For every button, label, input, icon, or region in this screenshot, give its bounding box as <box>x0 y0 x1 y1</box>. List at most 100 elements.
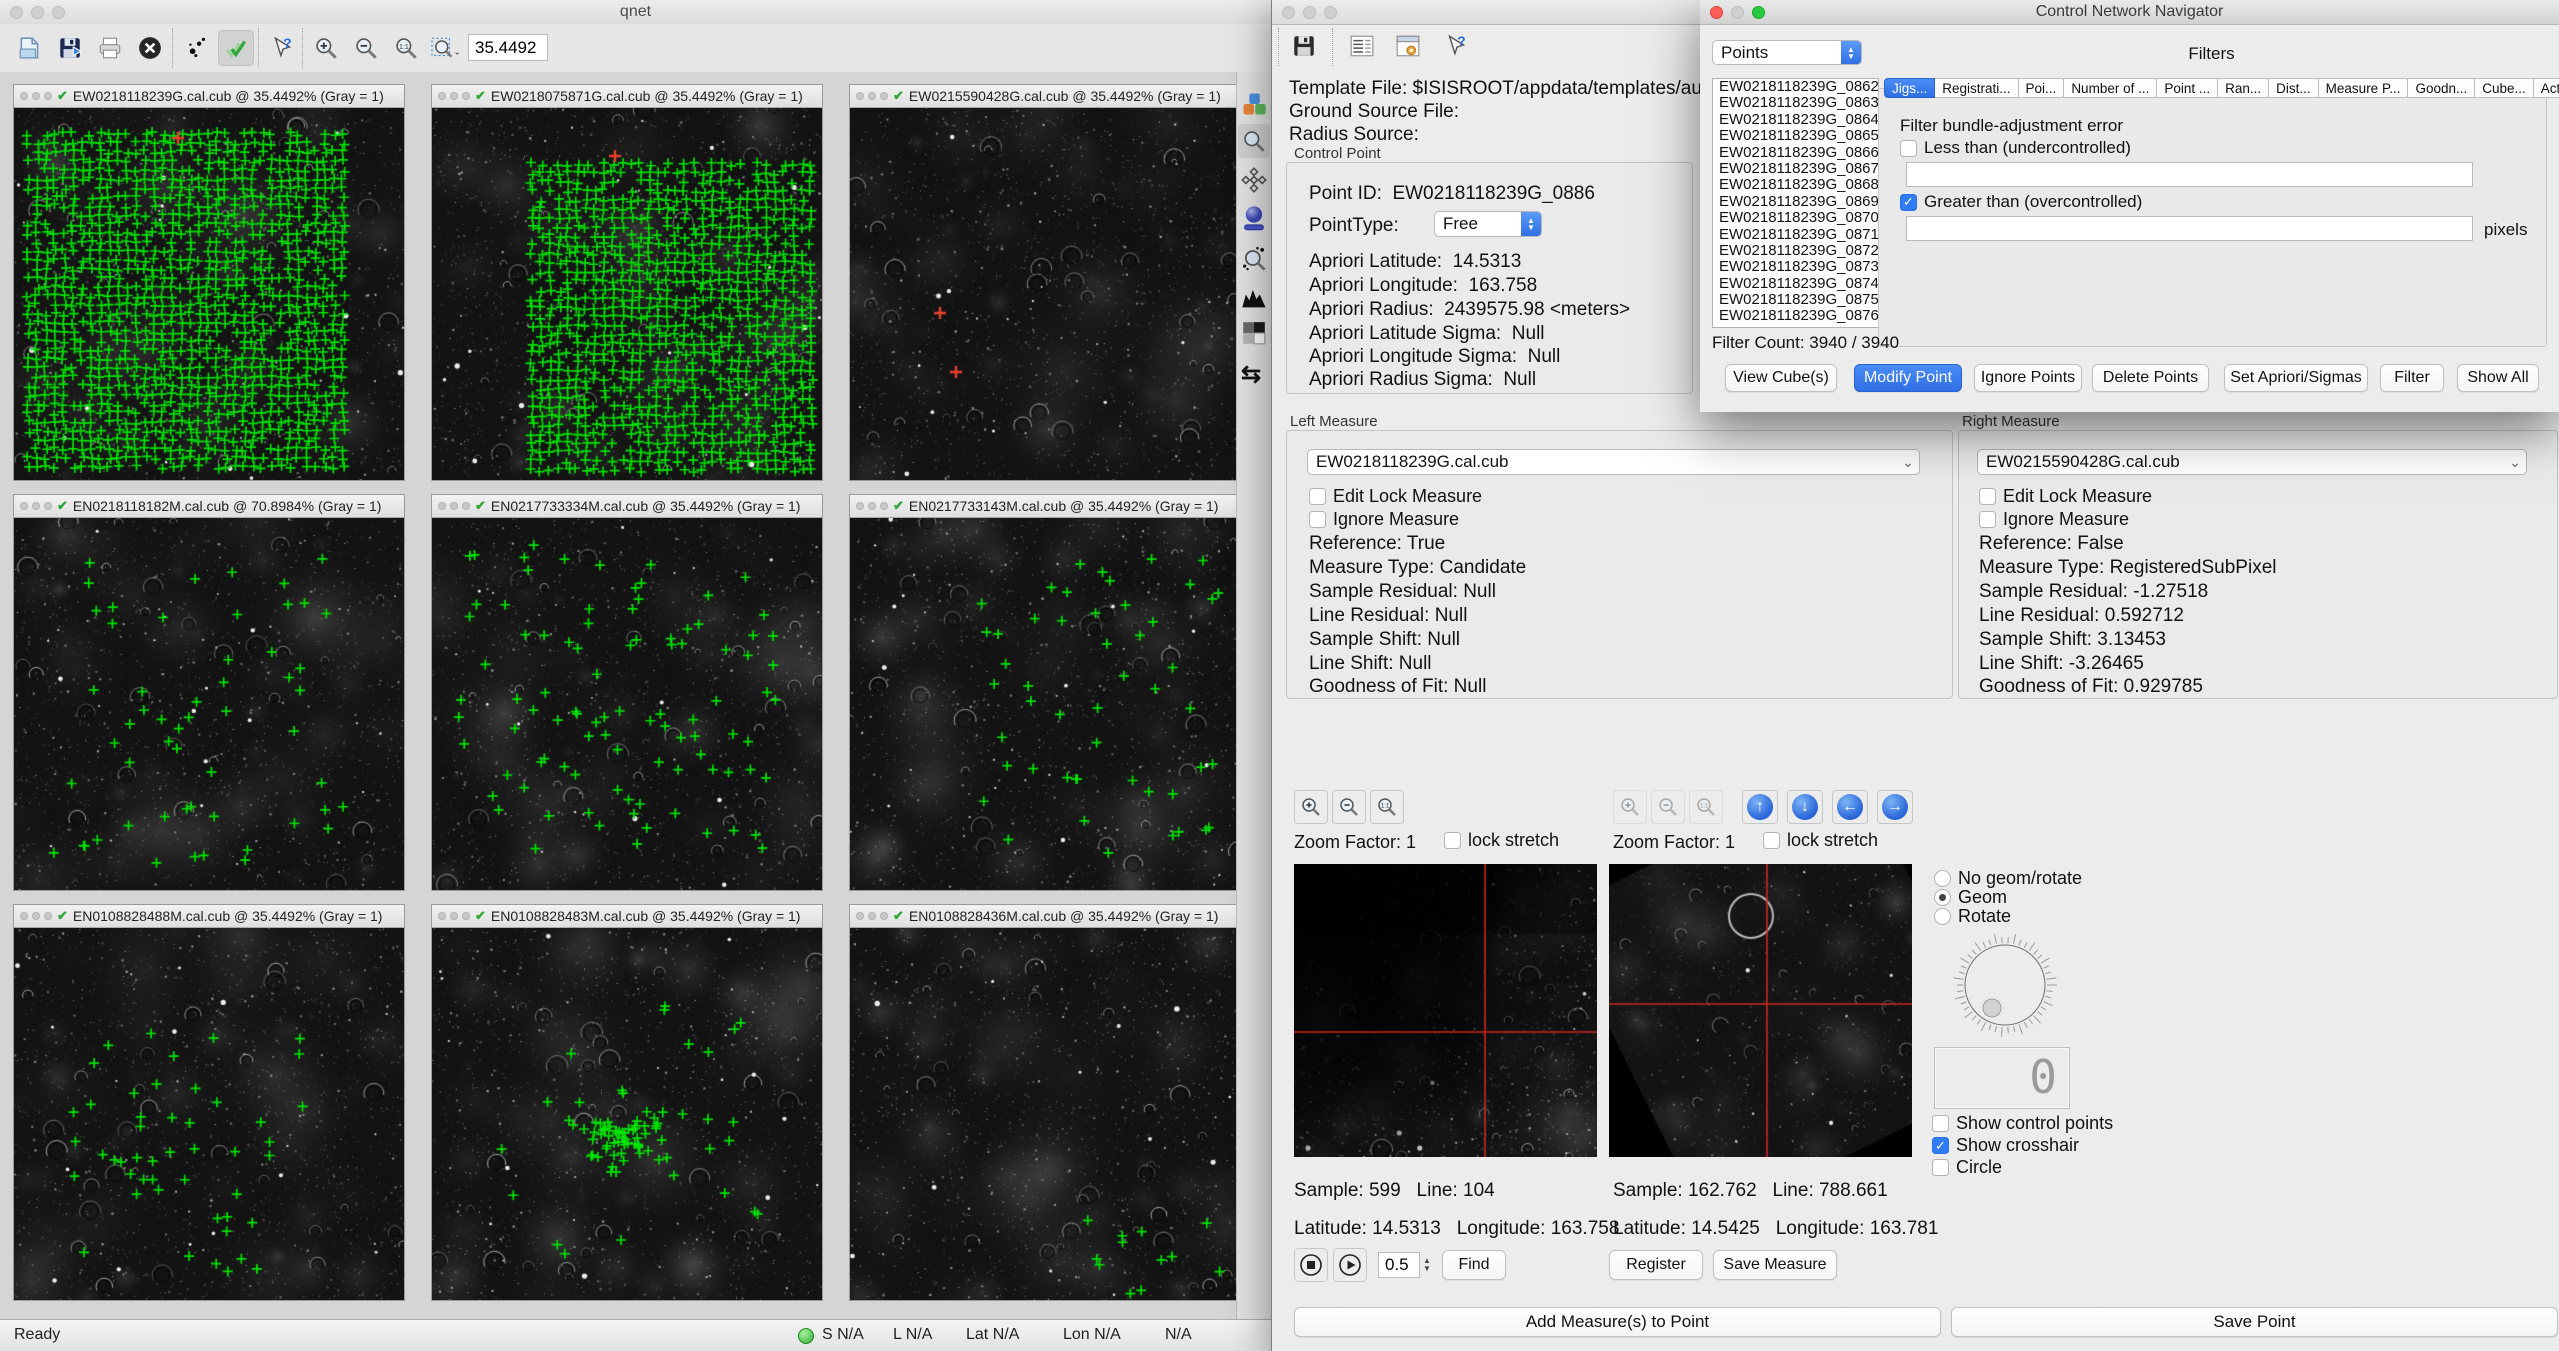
left-ignore-checkbox[interactable]: Ignore Measure <box>1309 509 1459 530</box>
right-chip-zoom-actual-button[interactable]: 1:1 <box>1689 790 1723 824</box>
geom-radio[interactable]: Geom <box>1934 887 2007 908</box>
tab-cube[interactable]: Cube... <box>2475 78 2534 98</box>
add-measures-button[interactable]: Add Measure(s) to Point <box>1294 1307 1941 1337</box>
tab-point-2[interactable]: Point ... <box>2157 78 2219 98</box>
minimize-button[interactable] <box>1731 6 1744 19</box>
nudge-up-button[interactable]: ↑ <box>1742 790 1778 824</box>
point-list-item[interactable]: EW0218118239G_0863 <box>1713 94 1878 111</box>
blink-rate-spinner[interactable]: 0.5 ▲ ▼ <box>1378 1252 1431 1278</box>
point-list-item[interactable]: EW0218118239G_0866 <box>1713 144 1878 161</box>
register-button[interactable]: Register <box>1609 1250 1703 1280</box>
zoom-value-input[interactable] <box>468 34 548 61</box>
left-lock-stretch-checkbox[interactable]: lock stretch <box>1444 830 1559 851</box>
tab-measure-properties[interactable]: Measure P... <box>2318 78 2409 98</box>
cube-image[interactable] <box>432 108 822 480</box>
right-chip-view[interactable] <box>1609 864 1912 1157</box>
whats-this-button[interactable]: ? <box>264 30 300 66</box>
close-button[interactable] <box>10 6 23 19</box>
cube-image[interactable] <box>432 928 822 1300</box>
save-measure-button[interactable]: Save Measure <box>1713 1250 1837 1280</box>
navigator-titlebar[interactable]: Control Network Navigator <box>1700 0 2559 25</box>
stats-tool-button[interactable] <box>1241 320 1267 351</box>
band-selection-button[interactable] <box>1240 90 1268 123</box>
right-chip-zoom-out-button[interactable] <box>1651 790 1685 824</box>
tab-registration[interactable]: Registrati... <box>1935 78 2019 98</box>
save-network-button[interactable] <box>52 30 88 66</box>
right-edit-lock-checkbox[interactable]: Edit Lock Measure <box>1979 486 2152 507</box>
show-crosshair-checkbox[interactable]: ✓ Show crosshair <box>1932 1135 2079 1156</box>
circle-checkbox[interactable]: Circle <box>1932 1157 2002 1178</box>
qnet-titlebar[interactable]: qnet <box>0 0 1271 25</box>
less-than-input[interactable] <box>1906 162 2473 187</box>
cube-image[interactable] <box>850 108 1240 480</box>
right-cube-select[interactable]: EW0215590428G.cal.cub ⌄ <box>1977 449 2527 475</box>
show-control-points-checkbox[interactable]: Show control points <box>1932 1113 2113 1134</box>
point-list-item[interactable]: EW0218118239G_0872 <box>1713 242 1878 259</box>
filter-button[interactable]: Filter <box>2380 364 2444 392</box>
point-type-select[interactable]: Free ▲ ▼ <box>1434 211 1542 237</box>
save-point-button[interactable]: Save Point <box>1951 1307 2558 1337</box>
left-chip-zoom-actual-button[interactable]: 1:1 <box>1370 790 1404 824</box>
print-button[interactable] <box>92 30 128 66</box>
tab-active[interactable]: Activi... <box>2533 78 2559 98</box>
zoom-actual-button[interactable]: 1:1 <box>388 30 424 66</box>
close-network-button[interactable] <box>132 30 168 66</box>
pan-tool-button[interactable] <box>1240 166 1268 199</box>
point-list-item[interactable]: EW0218118239G_0868 <box>1713 176 1878 193</box>
right-ignore-checkbox[interactable]: Ignore Measure <box>1979 509 2129 530</box>
histogram-tool-button[interactable] <box>1240 284 1268 317</box>
point-list-item[interactable]: EW0218118239G_0876 <box>1713 308 1878 325</box>
ignore-points-button[interactable]: Ignore Points <box>1974 364 2082 392</box>
whats-this-button[interactable]: ? <box>1438 28 1474 64</box>
swap-images-button[interactable]: ⇆ <box>1241 360 1261 389</box>
point-list-item[interactable]: EW0218118239G_0867 <box>1713 160 1878 177</box>
zoom-tool-button[interactable] <box>1238 124 1270 158</box>
point-list-item[interactable]: EW0218118239G_0871 <box>1713 226 1878 243</box>
point-editor-button[interactable] <box>180 30 216 66</box>
left-chip-zoom-in-button[interactable] <box>1294 790 1328 824</box>
blink-play-button[interactable] <box>1333 1248 1367 1282</box>
close-button[interactable] <box>1710 6 1723 19</box>
greater-than-input[interactable] <box>1906 216 2473 241</box>
point-list-item[interactable]: EW0218118239G_0874 <box>1713 275 1878 292</box>
points-list[interactable]: EW0218118239G_0862 EW0218118239G_0863 EW… <box>1712 78 1879 328</box>
registration-template-button[interactable] <box>1390 28 1426 64</box>
tab-goodness[interactable]: Goodn... <box>2408 78 2476 98</box>
left-chip-zoom-out-button[interactable] <box>1332 790 1366 824</box>
point-list-item[interactable]: EW0218118239G_0870 <box>1713 209 1878 226</box>
rotate-radio[interactable]: Rotate <box>1934 906 2011 927</box>
point-list-item[interactable]: EW0218118239G_0864 <box>1713 111 1878 128</box>
left-edit-lock-checkbox[interactable]: Edit Lock Measure <box>1309 486 1482 507</box>
minimize-button[interactable] <box>31 6 44 19</box>
nudge-down-button[interactable]: ↓ <box>1787 790 1823 824</box>
show-all-button[interactable]: Show All <box>2457 364 2539 392</box>
blink-rate-value[interactable]: 0.5 <box>1378 1252 1420 1278</box>
find-tool-button[interactable] <box>1240 244 1268 277</box>
greater-than-checkbox[interactable]: ✓ Greater than (overcontrolled) <box>1900 192 2142 212</box>
stretch-tool-button[interactable] <box>1240 204 1268 237</box>
point-list-item[interactable]: EW0218118239G_0862 <box>1713 79 1878 95</box>
zoom-in-button[interactable] <box>308 30 344 66</box>
right-lock-stretch-checkbox[interactable]: lock stretch <box>1763 830 1878 851</box>
modify-point-button[interactable]: Modify Point <box>1854 364 1962 392</box>
less-than-checkbox[interactable]: Less than (undercontrolled) <box>1900 138 2131 158</box>
tab-number-of[interactable]: Number of ... <box>2064 78 2158 98</box>
view-cubes-button[interactable]: View Cube(s) <box>1725 364 1837 392</box>
delete-points-button[interactable]: Delete Points <box>2092 364 2209 392</box>
no-geom-radio[interactable]: No geom/rotate <box>1934 868 2082 889</box>
open-network-button[interactable] <box>12 30 48 66</box>
template-editor-button[interactable] <box>1344 28 1380 64</box>
stepper-icon[interactable]: ▲ ▼ <box>1420 1252 1431 1278</box>
nudge-right-button[interactable]: → <box>1877 790 1913 824</box>
point-list-item[interactable]: EW0218118239G_0875 <box>1713 291 1878 308</box>
point-list-item[interactable]: EW0218118239G_0865 <box>1713 127 1878 144</box>
tab-point[interactable]: Poi... <box>2018 78 2065 98</box>
nudge-left-button[interactable]: ← <box>1832 790 1868 824</box>
zoom-window-button[interactable] <box>1324 6 1337 19</box>
save-point-toolbar-button[interactable] <box>1286 28 1322 64</box>
cube-image[interactable] <box>14 928 404 1300</box>
left-chip-view[interactable] <box>1294 864 1597 1157</box>
tab-jigsaw[interactable]: Jigs... <box>1884 78 1936 98</box>
point-list-item[interactable]: EW0218118239G_0869 <box>1713 193 1878 210</box>
tab-distance[interactable]: Dist... <box>2269 78 2319 98</box>
